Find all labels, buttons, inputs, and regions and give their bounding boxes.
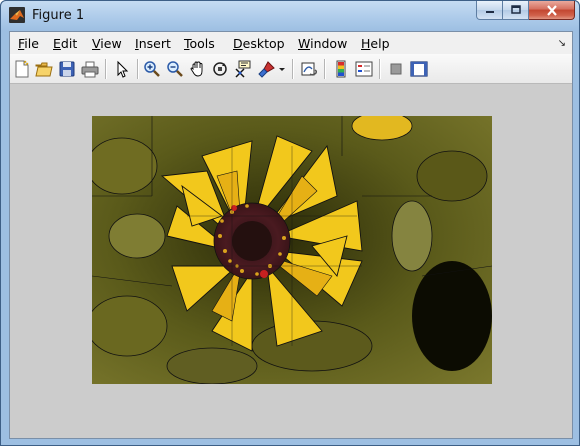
close-icon (546, 4, 557, 16)
menu-view-label: iew (100, 36, 122, 51)
show-plot-tools-icon[interactable] (410, 60, 428, 78)
rotate-3d-icon[interactable] (211, 60, 229, 78)
menu-desktop-mnemonic: D (233, 36, 243, 51)
caption-buttons (476, 1, 575, 21)
menu-edit[interactable]: Edit (53, 36, 77, 51)
figure-window: Figure 1 File Edit View Insert Tools Des… (0, 0, 580, 446)
toolbar-separator (105, 59, 107, 79)
figure-toolbar (10, 54, 572, 84)
menu-window-mnemonic: W (298, 36, 311, 51)
brush-icon[interactable] (258, 60, 276, 78)
menu-view[interactable]: View (92, 36, 122, 51)
maximize-button[interactable] (503, 1, 529, 20)
menu-help[interactable]: Help (361, 36, 390, 51)
window-title: Figure 1 (32, 8, 85, 23)
matlab-logo-icon (9, 7, 25, 23)
data-cursor-icon[interactable] (234, 60, 252, 78)
menu-file[interactable]: File (18, 36, 39, 51)
print-icon[interactable] (81, 60, 99, 78)
menu-edit-mnemonic: E (53, 36, 61, 51)
minimize-icon (485, 11, 494, 13)
toolbar-separator (137, 59, 139, 79)
menu-tools-label: ools (189, 36, 215, 51)
new-figure-icon[interactable] (13, 60, 31, 78)
menu-desktop[interactable]: Desktop (233, 36, 285, 51)
menu-window-label: indow (310, 36, 348, 51)
hide-plot-tools-icon[interactable] (387, 60, 405, 78)
maximize-icon (510, 5, 521, 14)
menu-desktop-label: esktop (242, 36, 285, 51)
close-button[interactable] (529, 1, 575, 20)
flower-image[interactable] (92, 116, 492, 384)
menu-bar: File Edit View Insert Tools Desktop Wind… (10, 32, 572, 54)
menu-insert[interactable]: Insert (135, 36, 171, 51)
window-frame: Figure 1 File Edit View Insert Tools Des… (0, 0, 580, 446)
zoom-in-icon[interactable] (143, 60, 161, 78)
figure-canvas[interactable] (10, 84, 572, 438)
menu-help-label: elp (370, 36, 390, 51)
minimize-button[interactable] (476, 1, 503, 20)
menu-edit-label: dit (60, 36, 78, 51)
open-file-icon[interactable] (35, 60, 53, 78)
brush-dropdown-icon[interactable] (278, 60, 286, 78)
title-bar[interactable]: Figure 1 (1, 1, 580, 31)
menu-tools[interactable]: Tools (184, 36, 215, 51)
menu-window[interactable]: Window (298, 36, 347, 51)
zoom-out-icon[interactable] (166, 60, 184, 78)
pan-hand-icon[interactable] (189, 60, 207, 78)
menu-insert-label: nsert (138, 36, 171, 51)
figure-client-area: File Edit View Insert Tools Desktop Wind… (9, 31, 573, 439)
menu-help-mnemonic: H (361, 36, 371, 51)
toolbar-separator (292, 59, 294, 79)
colorbar-icon[interactable] (332, 60, 350, 78)
menu-file-label: ile (24, 36, 39, 51)
save-icon[interactable] (58, 60, 76, 78)
link-plot-icon[interactable] (300, 60, 318, 78)
dock-arrow-icon[interactable]: ↘ (558, 38, 566, 49)
toolbar-separator (324, 59, 326, 79)
legend-icon[interactable] (355, 60, 373, 78)
pointer-icon[interactable] (113, 60, 131, 78)
toolbar-separator (379, 59, 381, 79)
